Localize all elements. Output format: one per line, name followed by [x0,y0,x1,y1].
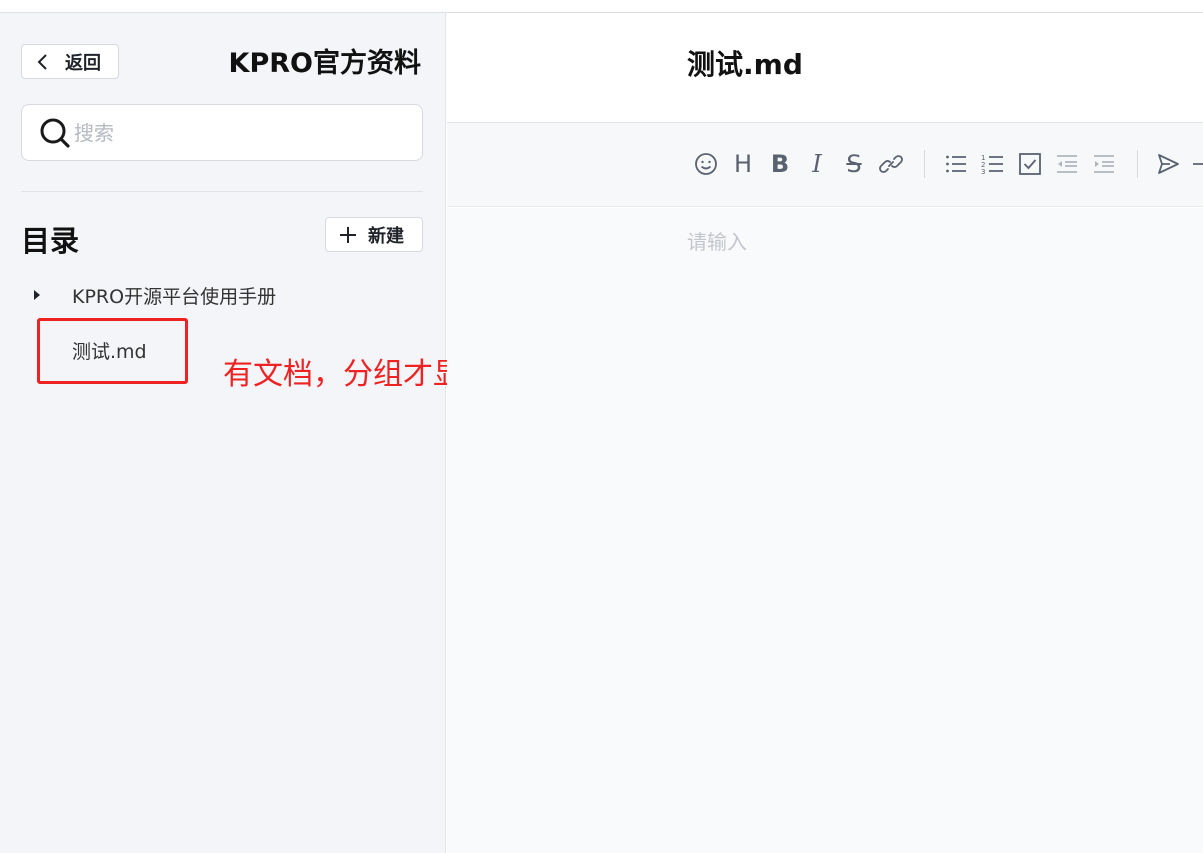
outdent-icon[interactable] [1052,149,1082,179]
toolbar-separator [1137,150,1138,178]
italic-icon[interactable]: I [802,149,832,179]
toc-title: 目录 [21,224,80,258]
ordered-list-icon[interactable]: 123 [978,149,1008,179]
svg-text:3: 3 [981,168,985,176]
chevron-left-icon [35,53,53,71]
plus-icon [338,225,358,245]
new-button-label: 新建 [368,225,404,247]
send-icon[interactable] [1153,149,1183,179]
tree-item-label: KPRO开源平台使用手册 [72,285,277,308]
more-icon[interactable] [1187,149,1203,179]
knowledge-base-title: KPRO官方资料 [228,48,421,79]
caret-right-icon[interactable] [32,287,48,303]
editor-placeholder: 请输入 [687,230,747,254]
search-box[interactable] [21,104,423,161]
toolbar-separator [924,150,925,178]
back-button[interactable]: 返回 [21,44,119,79]
back-button-label: 返回 [65,52,101,74]
search-icon [38,116,72,150]
new-button[interactable]: 新建 [325,217,423,252]
emoji-icon[interactable] [691,149,721,179]
editor-toolbar: H B I S 123 [447,123,1203,207]
search-input[interactable] [74,120,394,145]
strikethrough-icon[interactable]: S [839,149,869,179]
sidebar-divider [21,191,423,192]
indent-icon[interactable] [1089,149,1119,179]
checklist-icon[interactable] [1015,149,1045,179]
bold-icon[interactable]: B [765,149,795,179]
editor-panel: 测试.md H B I S 123 请输入 [447,13,1203,853]
document-header: 测试.md [447,13,1203,123]
sidebar: 返回 KPRO官方资料 目录 新建 KPRO开源平台使用手册 测试.md [0,13,446,853]
link-icon[interactable] [876,149,906,179]
tree-item-manual[interactable]: KPRO开源平台使用手册 [32,281,276,309]
heading-icon[interactable]: H [728,149,758,179]
editor-body[interactable]: 请输入 [447,208,1203,853]
document-title: 测试.md [687,48,803,81]
annotation-highlight-box [37,318,188,384]
bullet-list-icon[interactable] [941,149,971,179]
